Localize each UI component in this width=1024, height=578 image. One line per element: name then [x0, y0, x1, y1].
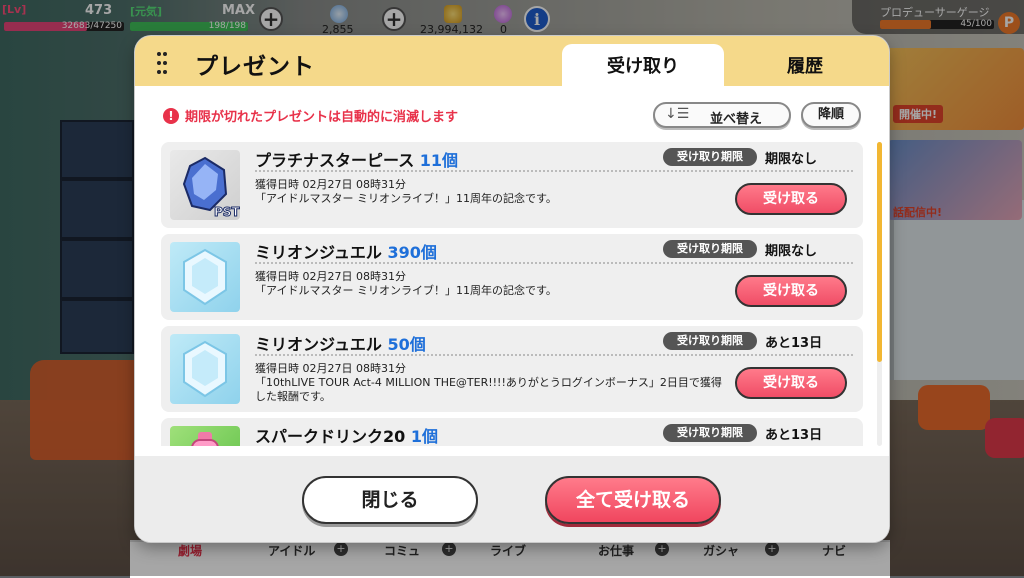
- item-qty: 11個: [419, 151, 459, 170]
- sort-icon: ↓☰: [665, 106, 690, 122]
- platinum-star-piece-icon: PST: [170, 150, 241, 220]
- item-date: 獲得日時 02月27日 08時31分: [255, 178, 406, 191]
- item-qty: 1個: [410, 427, 438, 446]
- tab-history[interactable]: 履歴: [740, 52, 870, 78]
- modal-body: ! 期限が切れたプレゼントは自動的に消滅します ↓☰ 並べ替え 降順 PST プ…: [135, 86, 889, 542]
- receive-all-button[interactable]: 全て受け取る: [545, 476, 721, 524]
- warning-text: 期限が切れたプレゼントは自動的に消滅します: [185, 110, 459, 125]
- item-name: スパークドリンク20 1個: [255, 427, 438, 446]
- pst-label: PST: [214, 205, 240, 219]
- receive-button[interactable]: 受け取る: [735, 275, 847, 307]
- million-jewel-icon: [170, 334, 240, 404]
- item-desc: 「アイドルマスター ミリオンライブ！」11周年の記念です。: [255, 284, 557, 297]
- item-date: 獲得日時 02月27日 08時31分: [255, 362, 406, 375]
- deadline-badge: 受け取り期限: [663, 148, 757, 166]
- warning-icon: !: [163, 107, 179, 124]
- item-qty: 390個: [387, 243, 437, 262]
- tab-receive-label: 受け取り: [607, 56, 679, 77]
- list-item: ミリオンジュエル 390個 受け取り期限 期限なし 獲得日時 02月27日 08…: [161, 234, 863, 320]
- deadline-value: 期限なし: [765, 152, 818, 167]
- item-name: ミリオンジュエル 390個: [255, 243, 437, 262]
- sort-button[interactable]: ↓☰ 並べ替え: [653, 102, 791, 128]
- deadline-value: あと13日: [765, 428, 823, 443]
- close-button[interactable]: 閉じる: [302, 476, 478, 524]
- present-modal: プレゼント 受け取り 履歴 ! 期限が切れたプレゼントは自動的に消滅します ↓☰…: [135, 36, 889, 542]
- list-scrollbar-thumb[interactable]: [877, 142, 882, 362]
- receive-button[interactable]: 受け取る: [735, 367, 847, 399]
- list-item: スパークドリンク20 1個 受け取り期限 あと13日: [161, 418, 863, 446]
- item-date: 獲得日時 02月27日 08時31分: [255, 270, 406, 283]
- deadline-badge: 受け取り期限: [663, 332, 757, 350]
- million-jewel-icon: [170, 242, 240, 312]
- deadline-badge: 受け取り期限: [663, 240, 757, 258]
- grip-icon: [157, 52, 167, 74]
- deadline-value: あと13日: [765, 336, 823, 351]
- modal-title: プレゼント: [195, 54, 315, 80]
- divider: [255, 170, 853, 172]
- list-item: ミリオンジュエル 50個 受け取り期限 あと13日 獲得日時 02月27日 08…: [161, 326, 863, 412]
- item-desc: 「10thLIVE TOUR Act-4 MILLION THE@TER!!!!…: [255, 376, 722, 403]
- deadline-value: 期限なし: [765, 244, 818, 259]
- sort-label: 並べ替え: [710, 112, 763, 127]
- deadline-badge: 受け取り期限: [663, 424, 757, 442]
- item-name: ミリオンジュエル 50個: [255, 335, 426, 354]
- item-desc: 「アイドルマスター ミリオンライブ！」11周年の記念です。: [255, 192, 557, 205]
- sparkle-drink-icon: [170, 426, 240, 446]
- list-item: PST プラチナスターピース 11個 受け取り期限 期限なし 獲得日時 02月2…: [161, 142, 863, 228]
- receive-button[interactable]: 受け取る: [735, 183, 847, 215]
- divider: [255, 354, 853, 356]
- modal-footer: [135, 456, 889, 542]
- item-name: プラチナスターピース 11個: [255, 151, 459, 170]
- present-list[interactable]: PST プラチナスターピース 11個 受け取り期限 期限なし 獲得日時 02月2…: [161, 142, 863, 446]
- modal-header: プレゼント 受け取り 履歴: [135, 36, 889, 88]
- divider: [255, 262, 853, 264]
- item-qty: 50個: [387, 335, 426, 354]
- order-button[interactable]: 降順: [801, 102, 861, 128]
- expiry-warning: ! 期限が切れたプレゼントは自動的に消滅します: [163, 106, 458, 125]
